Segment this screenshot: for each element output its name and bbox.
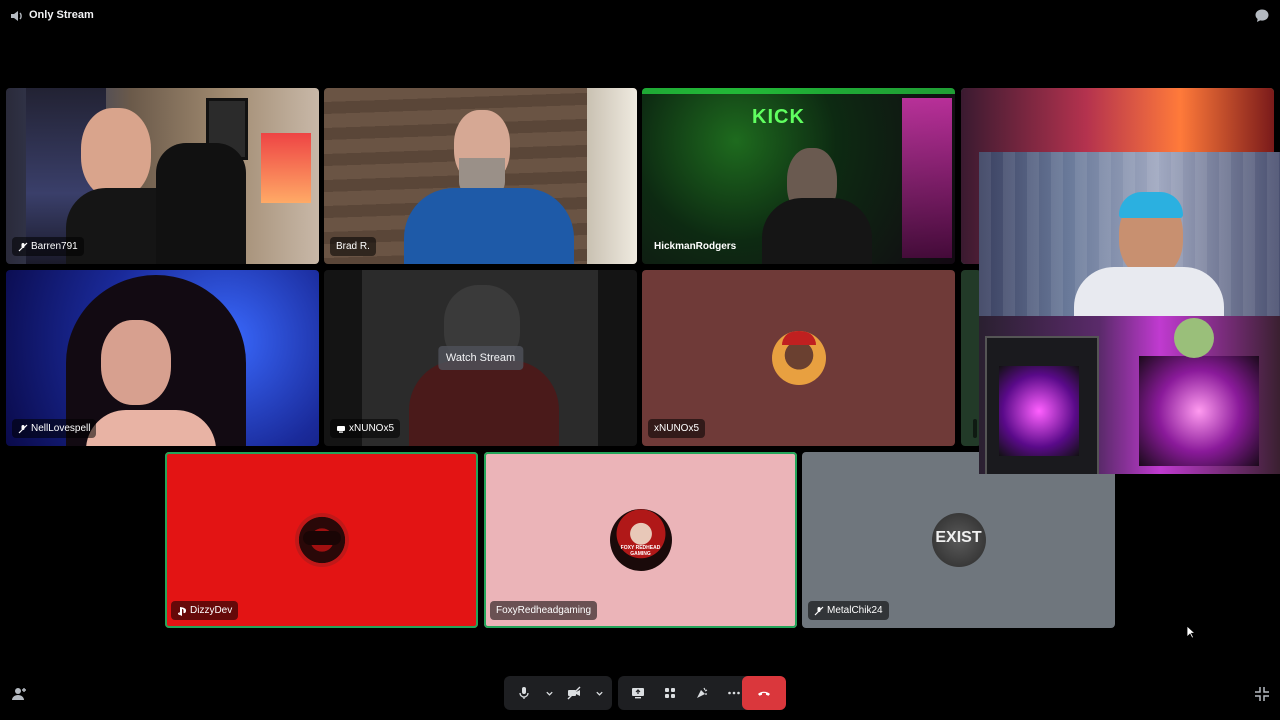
chevron-down-icon — [595, 691, 603, 696]
participant-name: HickmanRodgers — [654, 241, 737, 252]
stream-tile-xnunox5[interactable]: Watch Stream xNUNOx5 — [324, 270, 637, 446]
hang-up-icon — [758, 691, 770, 696]
participant-label: Brad R. — [330, 237, 376, 256]
participant-name: Brad R. — [336, 241, 370, 252]
microphone-button[interactable] — [510, 679, 538, 707]
more-icon — [728, 691, 740, 695]
mouse-cursor-icon — [1186, 625, 1196, 639]
share-screen-button[interactable] — [624, 679, 652, 707]
microphone-icon — [519, 687, 529, 699]
avatar: EXIST — [931, 513, 986, 567]
screen-share-icon — [632, 688, 644, 699]
screen-share-icon — [337, 425, 345, 433]
window-title: Only Stream — [29, 9, 94, 21]
video-tile-hickmanrodgers[interactable]: KICK HickmanRodgers — [642, 88, 955, 264]
mic-muted-icon — [18, 242, 28, 251]
avatar — [771, 331, 826, 385]
participant-name: FoxyRedheadgaming — [496, 605, 592, 616]
camera-options-button[interactable] — [592, 679, 606, 707]
microphone-options-button[interactable] — [542, 679, 556, 707]
activity-controls — [618, 676, 754, 710]
soundboard-button[interactable] — [688, 679, 716, 707]
participant-label: xNUNOx5 — [330, 419, 401, 438]
soundboard-icon — [697, 687, 708, 698]
neon-sign: KICK — [752, 106, 805, 128]
mic-muted-icon — [814, 606, 824, 615]
avatar-logo-text: EXIST — [935, 529, 982, 546]
participant-name: DizzyDev — [190, 605, 233, 616]
avatar: FOXY REDHEAD GAMING — [609, 509, 672, 571]
participant-label: Barren791 — [12, 237, 84, 256]
participant-name: xNUNOx5 — [654, 423, 700, 434]
activities-button[interactable] — [656, 679, 684, 707]
overlay-pc-camera — [979, 316, 1280, 474]
top-bar: Only Stream — [0, 0, 1280, 32]
avatar-tile-metalchik24[interactable]: EXIST MetalChik24 — [802, 452, 1115, 628]
avatar — [294, 513, 349, 567]
participant-label: xNUNOx5 — [648, 419, 706, 438]
watch-stream-button[interactable]: Watch Stream — [437, 346, 524, 370]
chat-bubble-icon[interactable] — [1254, 8, 1270, 24]
participant-name: MetalChik24 — [827, 605, 883, 616]
exit-fullscreen-icon[interactable] — [1254, 686, 1270, 702]
avatar-logo-text: FOXY REDHEAD GAMING — [620, 545, 661, 557]
participant-label: FoxyRedheadgaming — [490, 601, 598, 620]
participant-label: DizzyDev — [171, 601, 239, 620]
mic-muted-icon — [18, 424, 28, 433]
participant-label: HickmanRodgers — [648, 237, 742, 256]
participant-name: xNUNOx5 — [349, 423, 395, 434]
playstation-icon — [178, 606, 186, 616]
add-person-icon[interactable] — [11, 686, 27, 702]
video-tile-partial[interactable] — [961, 270, 981, 446]
participant-name: Barren791 — [31, 241, 78, 252]
camera-button[interactable] — [560, 679, 588, 707]
media-controls — [504, 676, 612, 710]
disconnect-button[interactable] — [742, 676, 786, 710]
activities-icon — [665, 688, 675, 698]
speaker-icon — [11, 11, 22, 21]
participant-name: NellLovespell — [31, 423, 91, 434]
avatar-tile-xnunox5[interactable]: xNUNOx5 — [642, 270, 955, 446]
video-tile-barren791[interactable]: Barren791 — [6, 88, 319, 264]
call-controls — [504, 676, 754, 710]
video-tile-nelllovespell[interactable]: NellLovespell — [6, 270, 319, 446]
avatar-tile-foxyredheadgaming[interactable]: FOXY REDHEAD GAMING FoxyRedheadgaming — [484, 452, 797, 628]
participant-label: NellLovespell — [12, 419, 97, 438]
chevron-down-icon — [545, 691, 553, 696]
avatar-tile-dizzydev[interactable]: DizzyDev — [165, 452, 478, 628]
video-tile-brad-r[interactable]: Brad R. — [324, 88, 637, 264]
camera-off-icon — [567, 686, 581, 700]
overlay-webcam — [979, 152, 1280, 316]
participant-label: MetalChik24 — [808, 601, 889, 620]
participant-label — [973, 419, 977, 438]
